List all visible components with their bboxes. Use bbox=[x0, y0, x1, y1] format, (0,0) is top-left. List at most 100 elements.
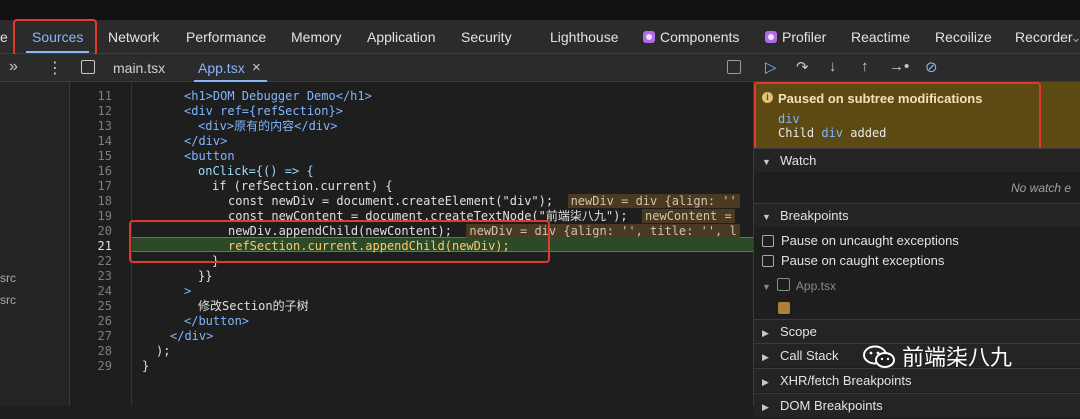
tab-memory[interactable]: Memory bbox=[291, 20, 342, 53]
triangle-right-icon: ▶ bbox=[762, 328, 769, 338]
resume-icon[interactable]: ▷ bbox=[765, 58, 777, 76]
pause-uncaught-checkbox[interactable] bbox=[762, 235, 774, 247]
sidebar-item-src[interactable]: src bbox=[0, 271, 16, 285]
inline-value: newDiv = div {align: '' bbox=[567, 194, 740, 208]
code-text: > bbox=[184, 284, 192, 298]
line-number[interactable]: 19 bbox=[70, 209, 112, 223]
file-tab-app-tsx[interactable]: App.tsx bbox=[194, 54, 267, 82]
line-number[interactable]: 16 bbox=[70, 164, 112, 178]
pause-caught-checkbox[interactable] bbox=[762, 255, 774, 267]
code-line: </div> bbox=[184, 134, 227, 149]
paused-title: Paused on subtree modifications bbox=[778, 91, 983, 106]
tab-recoilize[interactable]: Recoilize bbox=[935, 20, 992, 53]
line-number[interactable]: 29 bbox=[70, 359, 112, 373]
pause-caught-label: Pause on caught exceptions bbox=[781, 253, 945, 268]
more-tabs-icon[interactable]: ⌄ bbox=[1070, 20, 1080, 53]
line-number[interactable]: 25 bbox=[70, 299, 112, 313]
paused-detail-node[interactable]: div bbox=[821, 126, 843, 140]
tab-components[interactable]: Components bbox=[643, 20, 739, 53]
code-text: ); bbox=[156, 344, 171, 358]
paused-banner: i Paused on subtree modifications div Ch… bbox=[754, 82, 1080, 148]
line-number[interactable]: 26 bbox=[70, 314, 112, 328]
triangle-right-icon: ▶ bbox=[762, 402, 769, 412]
line-number[interactable]: 27 bbox=[70, 329, 112, 343]
watermark: 前端柒八九 bbox=[862, 340, 1052, 372]
step-icon[interactable]: →• bbox=[889, 58, 909, 75]
more-vertical-icon[interactable]: ⋮ bbox=[47, 58, 63, 78]
triangle-down-icon: ▼ bbox=[762, 157, 771, 167]
react-icon bbox=[765, 31, 777, 43]
section-watch[interactable]: ▼ Watch bbox=[754, 148, 1080, 172]
toggle-debugger-icon[interactable] bbox=[727, 60, 741, 74]
breakpoint-file[interactable]: ▼ App.tsx bbox=[762, 278, 836, 293]
code-line: <h1>DOM Debugger Demo</h1> bbox=[184, 89, 372, 104]
file-tab-main-tsx[interactable]: main.tsx bbox=[113, 54, 165, 82]
code-line: } bbox=[142, 359, 149, 374]
tab-network[interactable]: Network bbox=[108, 20, 159, 53]
tab-profiler[interactable]: Profiler bbox=[765, 20, 826, 53]
line-number[interactable]: 17 bbox=[70, 179, 112, 193]
line-number[interactable]: 14 bbox=[70, 134, 112, 148]
code-text: <div ref={refSection}> bbox=[184, 104, 343, 118]
section-scope-label: Scope bbox=[780, 324, 817, 339]
line-number[interactable]: 23 bbox=[70, 269, 112, 283]
tab-security[interactable]: Security bbox=[461, 20, 512, 53]
code-text: const newDiv = document.createElement("d… bbox=[228, 194, 554, 208]
code-line: } bbox=[212, 254, 219, 269]
paused-detail-post: added bbox=[843, 126, 887, 140]
code-line: if (refSection.current) { bbox=[212, 179, 393, 194]
tab-lighthouse[interactable]: Lighthouse bbox=[550, 20, 619, 53]
breakpoint-file-label: App.tsx bbox=[795, 279, 836, 293]
toggle-navigator-icon[interactable] bbox=[81, 60, 95, 74]
step-out-icon[interactable]: ↑ bbox=[861, 58, 869, 75]
tab-performance[interactable]: Performance bbox=[186, 20, 266, 53]
code-text: }} bbox=[198, 269, 213, 283]
tab-sources[interactable]: Sources bbox=[25, 20, 90, 53]
line-number[interactable]: 12 bbox=[70, 104, 112, 118]
line-number[interactable]: 18 bbox=[70, 194, 112, 208]
code-line: newDiv.appendChild(newContent); newDiv =… bbox=[228, 224, 740, 239]
section-breakpoints-label: Breakpoints bbox=[780, 208, 849, 223]
code-line: const newDiv = document.createElement("d… bbox=[228, 194, 740, 209]
breakpoint-checkbox-checked[interactable] bbox=[778, 302, 790, 314]
triangle-right-icon: ▶ bbox=[762, 352, 769, 362]
close-icon[interactable]: × bbox=[252, 59, 261, 76]
code-text: newDiv.appendChild(newContent); bbox=[228, 224, 452, 238]
step-into-icon[interactable]: ↓ bbox=[829, 58, 837, 75]
line-number[interactable]: 28 bbox=[70, 344, 112, 358]
paused-detail-pre: Child bbox=[778, 126, 822, 140]
watermark-text: 前端柒八九 bbox=[902, 345, 1013, 370]
debugger-toolbar: ▷ ↷ ↓ ↑ →• ⊘ bbox=[753, 54, 1080, 82]
section-breakpoints[interactable]: ▼ Breakpoints bbox=[754, 203, 1080, 227]
tab-application[interactable]: Application bbox=[367, 20, 436, 53]
code-line: <div ref={refSection}> bbox=[184, 104, 343, 119]
code-line: ); bbox=[156, 344, 170, 359]
section-watch-label: Watch bbox=[780, 153, 817, 168]
line-number[interactable]: 11 bbox=[70, 89, 112, 103]
code-line: const newContent = document.createTextNo… bbox=[228, 209, 735, 224]
code-line: </button> bbox=[184, 314, 249, 329]
code-text: refSection.current.appendChild(newDiv); bbox=[228, 239, 510, 253]
code-line: </div> bbox=[170, 329, 213, 344]
paused-node[interactable]: div bbox=[778, 112, 800, 126]
step-over-icon[interactable]: ↷ bbox=[796, 58, 809, 76]
code-editor[interactable]: <h1>DOM Debugger Demo</h1> <div ref={ref… bbox=[132, 82, 753, 406]
line-number-current[interactable]: 21 bbox=[70, 239, 112, 253]
line-number[interactable]: 22 bbox=[70, 254, 112, 268]
triangle-down-icon: ▼ bbox=[762, 212, 771, 222]
chevron-double-right-icon[interactable]: » bbox=[9, 58, 18, 76]
code-text: 修改Section的子树 bbox=[198, 299, 309, 313]
section-dom-breakpoints[interactable]: ▶ DOM Breakpoints bbox=[754, 393, 1080, 417]
line-number[interactable]: 24 bbox=[70, 284, 112, 298]
line-number[interactable]: 20 bbox=[70, 224, 112, 238]
sidebar-item-src[interactable]: src bbox=[0, 293, 16, 307]
tab-elements[interactable]: e bbox=[0, 20, 8, 53]
code-line: }} bbox=[198, 269, 212, 284]
tab-recorder[interactable]: Recorder bbox=[1015, 20, 1073, 53]
code-text: onClick={() => { bbox=[198, 164, 314, 178]
deactivate-breakpoints-icon[interactable]: ⊘ bbox=[925, 58, 938, 76]
line-number[interactable]: 13 bbox=[70, 119, 112, 133]
code-text: } bbox=[212, 254, 220, 268]
tab-reactime[interactable]: Reactime bbox=[851, 20, 910, 53]
line-number[interactable]: 15 bbox=[70, 149, 112, 163]
